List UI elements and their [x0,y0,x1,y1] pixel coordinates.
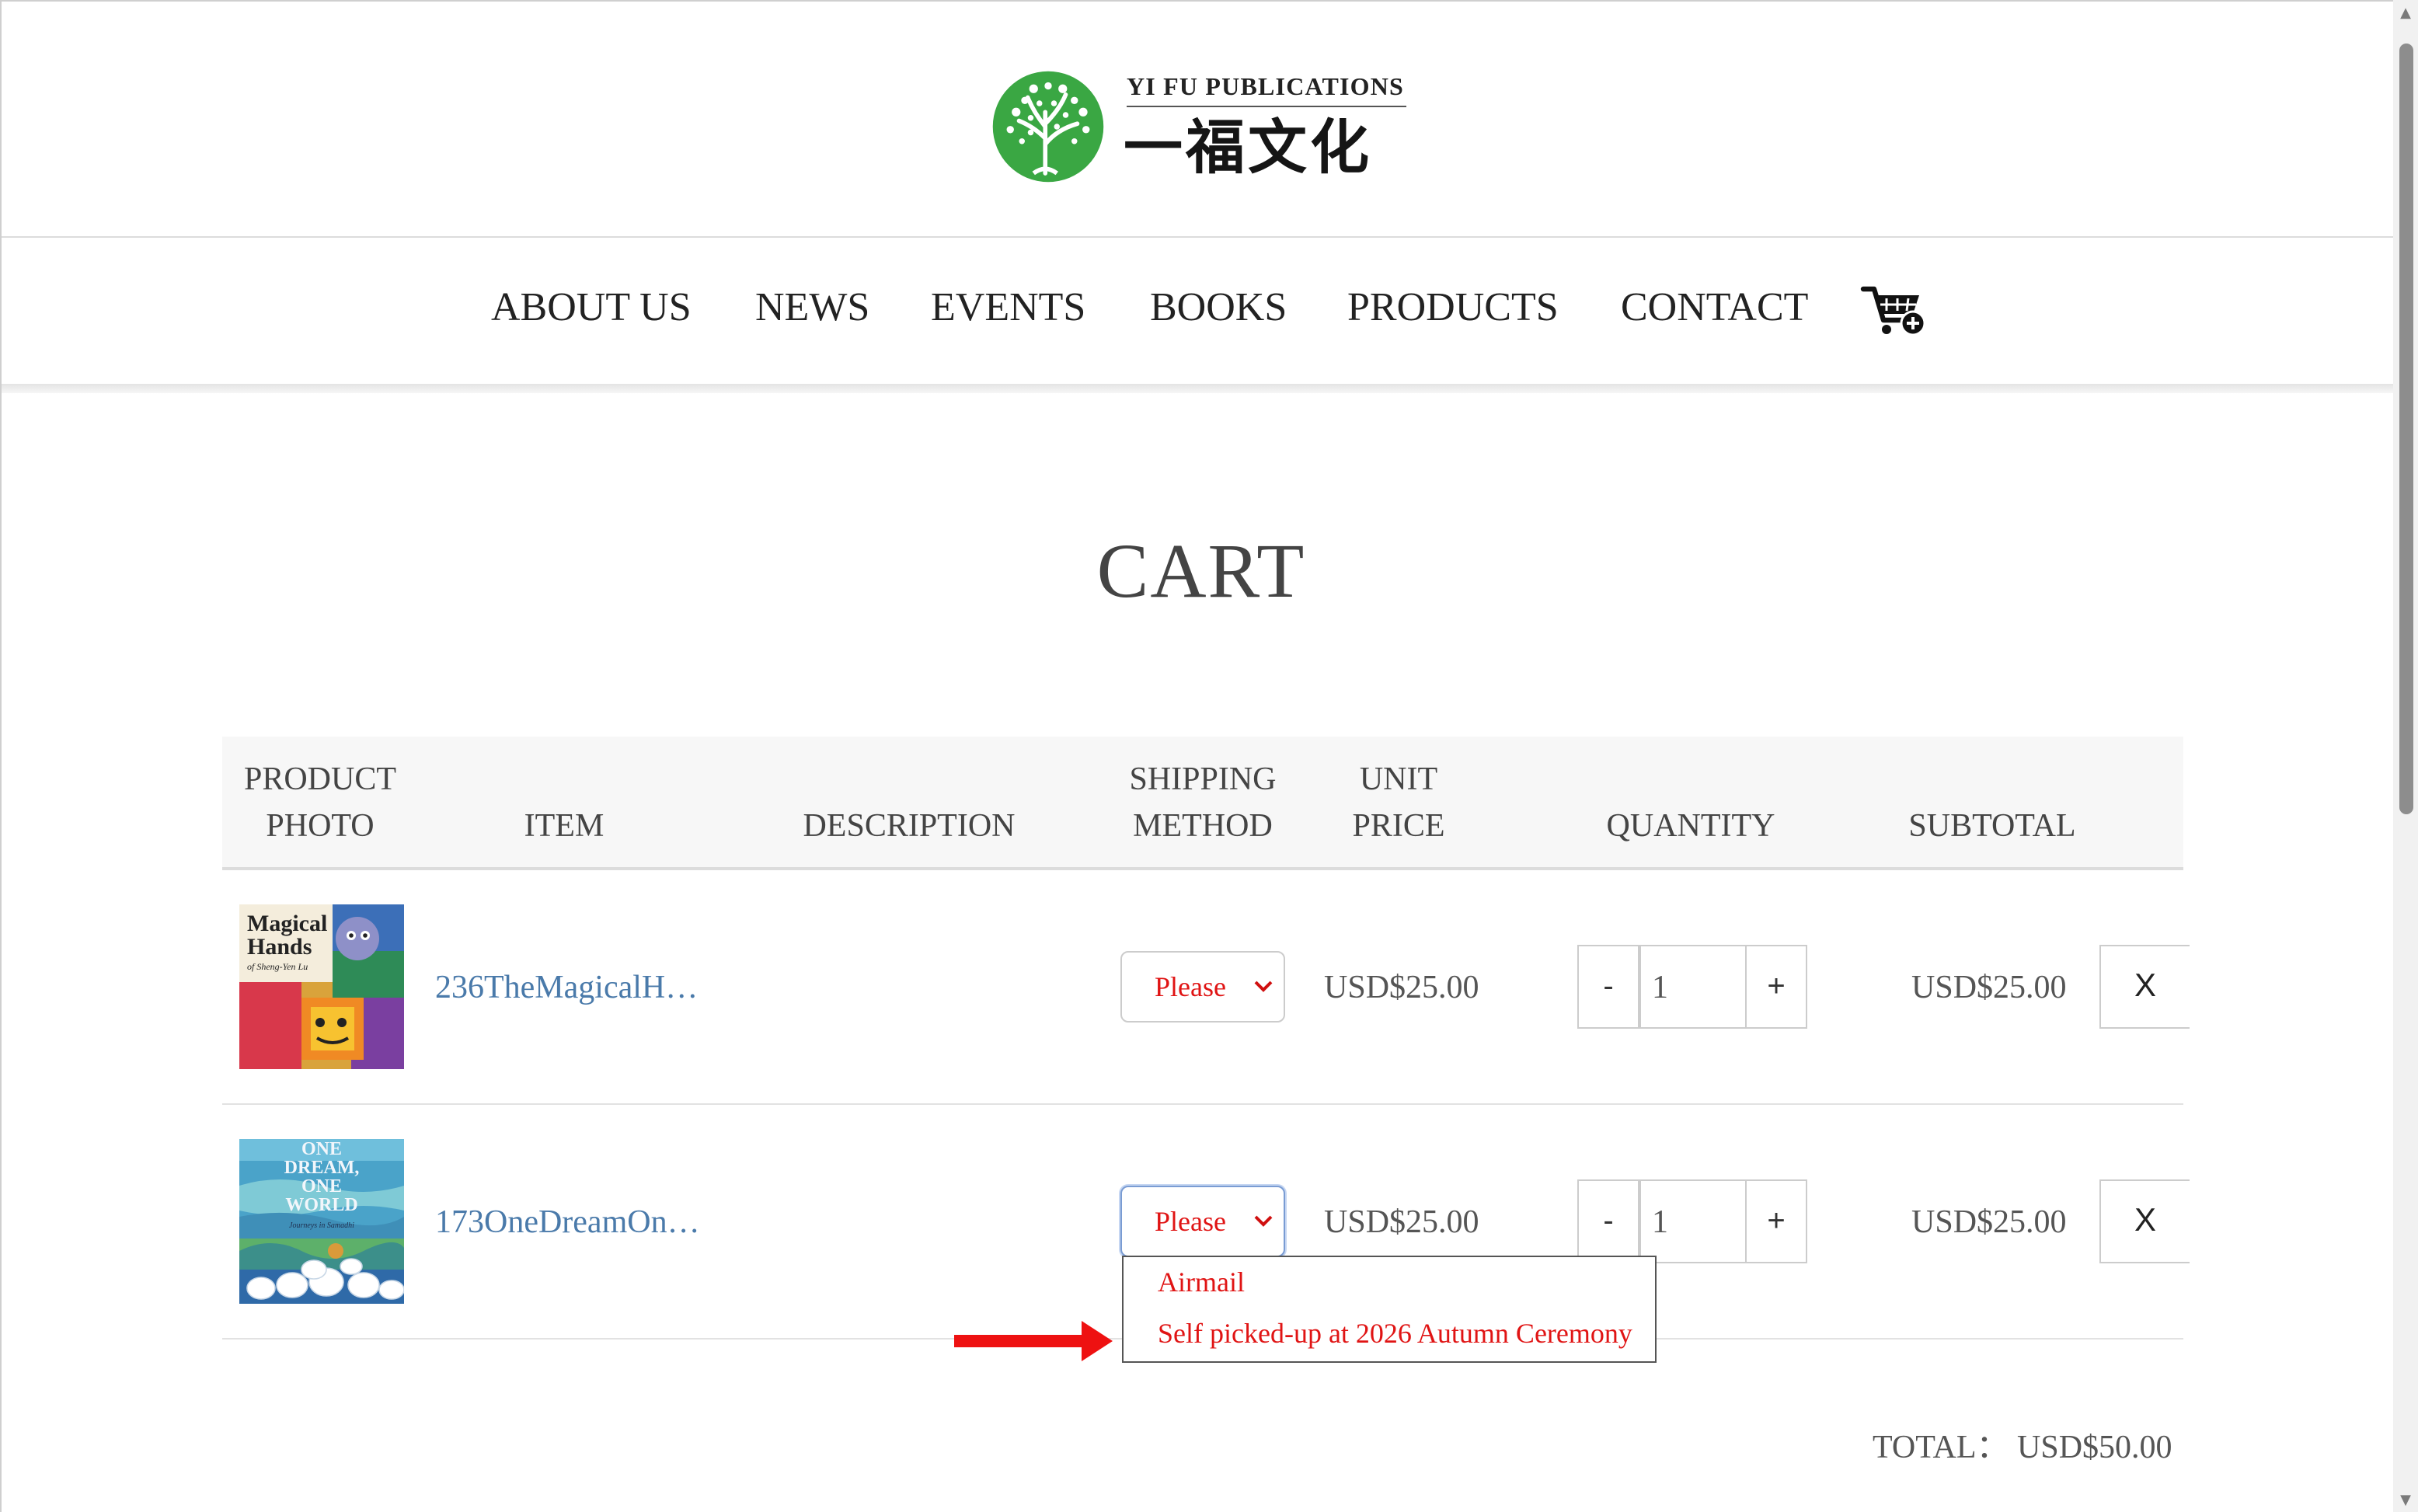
main-nav: ABOUT US NEWS EVENTS BOOKS PRODUCTS CONT… [0,277,2393,339]
header-unit-price-line2: PRICE [1352,807,1445,844]
book-cover-magical-hands: Magical Hands of Sheng-Yen Lu [239,904,404,1069]
cover-subtitle: Journeys in Samadhi [289,1221,354,1230]
header-unit-price-line1: UNIT [1359,760,1438,797]
scrollbar-thumb[interactable] [2399,44,2413,814]
page-title: CART [1096,527,1306,614]
scroll-down-arrow-icon[interactable]: ▼ [2398,1493,2413,1509]
subtotal-row2: USD$25.00 [1911,1203,2067,1240]
header-shipping-line1: SHIPPING [1129,760,1277,797]
quantity-input-row2[interactable]: 1 [1639,1179,1747,1263]
logo-english-name: YI FU PUBLICATIONS [1127,75,1405,101]
cover-author: of Sheng-Yen Lu [247,961,308,972]
nav-item-about-us[interactable]: ABOUT US [491,277,692,339]
remove-item-button-row1[interactable]: X [2099,945,2190,1029]
chevron-down-icon [1254,1215,1273,1227]
cover-title-line2: DREAM, [284,1158,360,1178]
cover-title-line2: Hands [247,934,312,960]
shipping-method-selected-row1: Please [1155,971,1226,1002]
browser-viewport: YI FU PUBLICATIONS 一福文化 ABOUT US NEWS EV… [0,0,2418,1512]
quantity-decrease-button-row1[interactable]: - [1577,945,1639,1029]
header-item: ITEM [524,807,604,844]
book-cover-one-dream-one-world: ONE DREAM, ONE WORLD Journeys in Samadhi [239,1139,404,1304]
site-logo[interactable]: YI FU PUBLICATIONS 一福文化 [990,68,1409,190]
header-shipping-method: SHIPPING METHOD [1113,755,1293,848]
tree-logo-icon [992,71,1104,183]
logo-chinese-name: 一福文化 [1124,112,1373,182]
cover-title-line1: Magical [247,911,327,936]
window-left-border [0,0,2,1512]
nav-item-events[interactable]: EVENTS [931,277,1085,339]
window-top-border [0,0,2393,2]
nav-item-products[interactable]: PRODUCTS [1347,277,1559,339]
vertical-scrollbar[interactable]: ▲ ▼ [2393,0,2418,1512]
quantity-decrease-button-row2[interactable]: - [1577,1179,1639,1263]
item-link-one-dream-one-world[interactable]: 173OneDreamOn… [435,1198,700,1245]
cover-title-line4: WORLD [285,1195,357,1215]
product-photo-one-dream-one-world[interactable]: ONE DREAM, ONE WORLD Journeys in Samadhi [239,1139,404,1304]
logo-rule [1127,106,1406,107]
shipping-method-selected-row2: Please [1155,1206,1226,1237]
unit-price-row2: USD$25.00 [1324,1203,1479,1240]
scroll-up-arrow-icon[interactable]: ▲ [2398,6,2413,22]
cart-table-header: PRODUCT PHOTO ITEM DESCRIPTION SHIPPING … [222,737,2183,870]
header-subtotal: SUBTOTAL [1908,807,2076,844]
shipping-method-select-row1[interactable]: Please [1120,951,1285,1023]
cart-total: TOTAL： USD$50.00 [1873,1423,2172,1470]
shipping-method-select-row2[interactable]: Please [1120,1186,1285,1257]
shipping-option-airmail[interactable]: Airmail [1158,1263,1245,1301]
quantity-increase-button-row2[interactable]: + [1745,1179,1807,1263]
nav-divider [2,384,2404,393]
header-description: DESCRIPTION [803,807,1016,844]
nav-item-contact[interactable]: CONTACT [1621,277,1808,339]
cover-title-line1: ONE [301,1139,342,1159]
header-divider [2,236,2404,238]
nav-item-news[interactable]: NEWS [755,277,869,339]
header-quantity: QUANTITY [1606,807,1775,844]
header-product-photo: PRODUCT PHOTO [224,755,416,848]
item-link-magical-hands[interactable]: 236TheMagicalH… [435,963,698,1010]
header-product-photo-line1: PRODUCT [243,760,397,797]
shopping-cart-plus-icon[interactable] [1860,281,1928,340]
cover-title-line3: ONE [301,1176,342,1197]
total-label: TOTAL： [1873,1428,2009,1465]
total-amount: USD$50.00 [2017,1428,2172,1465]
red-arrow-icon [954,1321,1113,1361]
remove-item-button-row2[interactable]: X [2099,1179,2190,1263]
subtotal-row1: USD$25.00 [1911,968,2067,1005]
quantity-increase-button-row1[interactable]: + [1745,945,1807,1029]
header-unit-price: UNIT PRICE [1329,755,1469,848]
shipping-option-self-pickup[interactable]: Self picked-up at 2026 Autumn Ceremony [1158,1315,1632,1352]
nav-item-books[interactable]: BOOKS [1150,277,1287,339]
header-product-photo-line2: PHOTO [266,807,375,844]
product-photo-magical-hands[interactable]: Magical Hands of Sheng-Yen Lu [239,904,404,1069]
quantity-input-row1[interactable]: 1 [1639,945,1747,1029]
header-shipping-line2: METHOD [1133,807,1273,844]
shipping-method-dropdown: Airmail Self picked-up at 2026 Autumn Ce… [1122,1256,1657,1363]
row-divider [222,1103,2183,1105]
unit-price-row1: USD$25.00 [1324,968,1479,1005]
chevron-down-icon [1254,981,1273,992]
